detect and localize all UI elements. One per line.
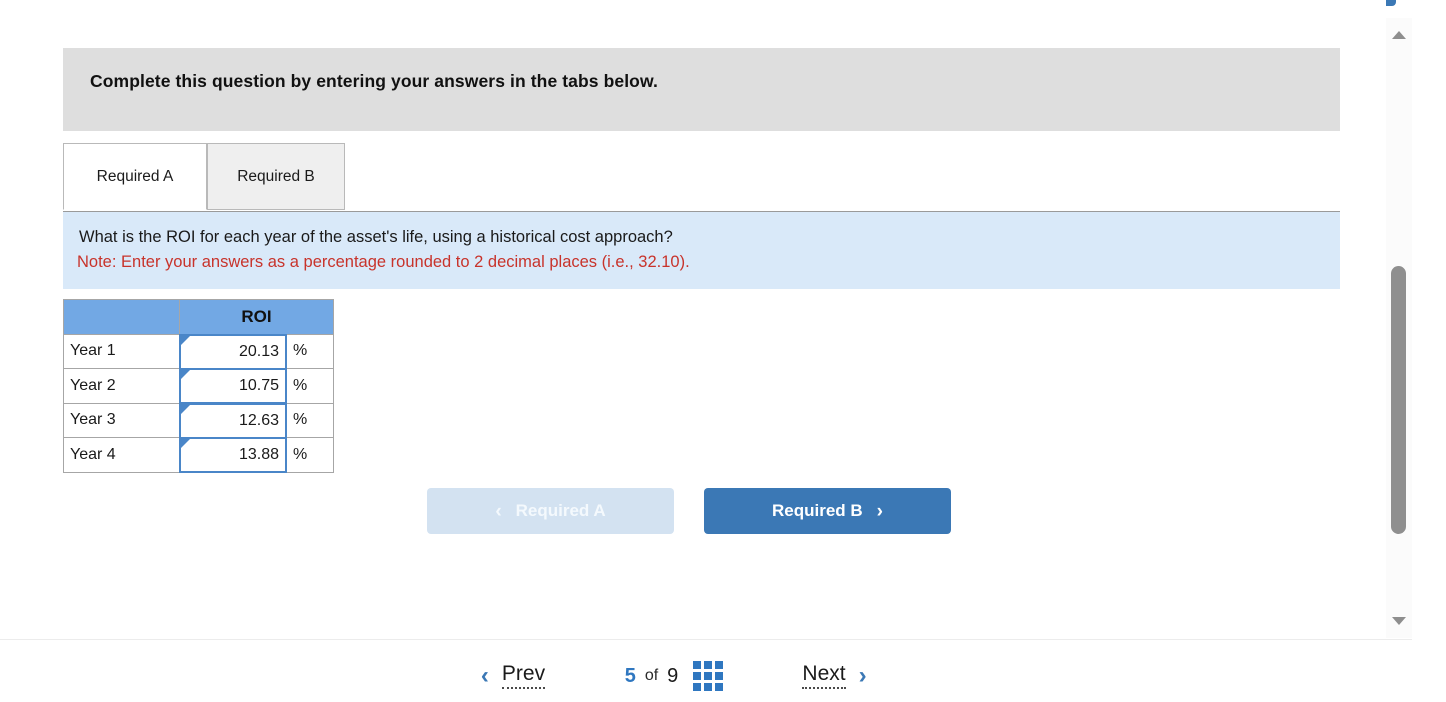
required-b-button-label: Required B [771, 501, 863, 520]
roi-input-year-1[interactable] [179, 333, 287, 370]
next-page-label: Next [802, 663, 846, 689]
scroll-down-button[interactable] [1386, 608, 1412, 634]
table-row: Year 3 % [63, 402, 334, 439]
table-row: Year 2 % [63, 368, 334, 404]
chevron-left-icon: ‹ [495, 500, 502, 522]
answer-cell-year-2[interactable] [179, 368, 287, 404]
page-of-label: of [644, 667, 659, 684]
unit-year-4: % [286, 437, 334, 473]
current-page-number: 5 [624, 664, 636, 687]
row-label-year-4: Year 4 [63, 437, 180, 473]
tab-required-a-label: Required A [96, 167, 174, 185]
table-row: Year 1 % [63, 333, 334, 370]
next-page-button[interactable]: Next › [763, 650, 906, 702]
question-panel: What is the ROI for each year of the ass… [63, 211, 1340, 289]
row-label-year-1: Year 1 [63, 333, 180, 369]
prev-page-label: Prev [501, 663, 546, 689]
scrollbar-thumb[interactable] [1391, 266, 1406, 534]
answer-cell-year-1[interactable] [179, 333, 287, 370]
page-indicator: 5 of 9 [585, 650, 763, 702]
tab-required-a[interactable]: Required A [63, 143, 207, 210]
total-page-number: 9 [667, 664, 679, 687]
tab-required-b-label: Required B [237, 167, 315, 185]
table-header-blank [63, 299, 180, 335]
roi-input-year-3[interactable] [179, 402, 287, 439]
triangle-up-icon [1392, 31, 1406, 39]
grid-view-icon[interactable] [693, 661, 724, 691]
tab-required-b[interactable]: Required B [207, 143, 345, 210]
instruction-banner-text: Complete this question by entering your … [90, 71, 658, 91]
question-note: Note: Enter your answers as a percentage… [77, 253, 690, 271]
roi-input-year-4[interactable] [179, 437, 287, 473]
pagination-bar: ‹ Prev 5 of 9 Next › [0, 640, 1446, 702]
unit-year-3: % [286, 402, 334, 438]
vertical-scrollbar[interactable] [1386, 18, 1412, 638]
required-a-button-label: Required A [515, 501, 606, 520]
answer-cell-year-3[interactable] [179, 402, 287, 439]
row-label-year-3: Year 3 [63, 402, 180, 438]
unit-year-1: % [286, 333, 334, 369]
table-header-row: ROI [63, 299, 334, 335]
required-a-button[interactable]: ‹ Required A [427, 488, 674, 534]
required-b-button[interactable]: Required B › [704, 488, 951, 534]
scroll-up-button[interactable] [1386, 22, 1412, 48]
roi-input-year-2[interactable] [179, 368, 287, 404]
chevron-right-icon: › [876, 500, 883, 522]
unit-year-2: % [286, 368, 334, 404]
table-row: Year 4 % [63, 437, 334, 473]
triangle-down-icon [1392, 617, 1406, 625]
chevron-right-icon: › [858, 662, 867, 689]
prev-page-button[interactable]: ‹ Prev [441, 650, 585, 702]
table-header-roi: ROI [179, 299, 334, 335]
answer-cell-year-4[interactable] [179, 437, 287, 473]
roi-answer-table: ROI Year 1 % Year 2 % Year 3 [63, 299, 334, 473]
chevron-left-icon: ‹ [480, 662, 489, 689]
question-content-pane: Complete this question by entering your … [0, 0, 1386, 639]
row-label-year-2: Year 2 [63, 368, 180, 404]
question-prompt: What is the ROI for each year of the ass… [79, 228, 673, 246]
instruction-banner: Complete this question by entering your … [63, 48, 1340, 131]
